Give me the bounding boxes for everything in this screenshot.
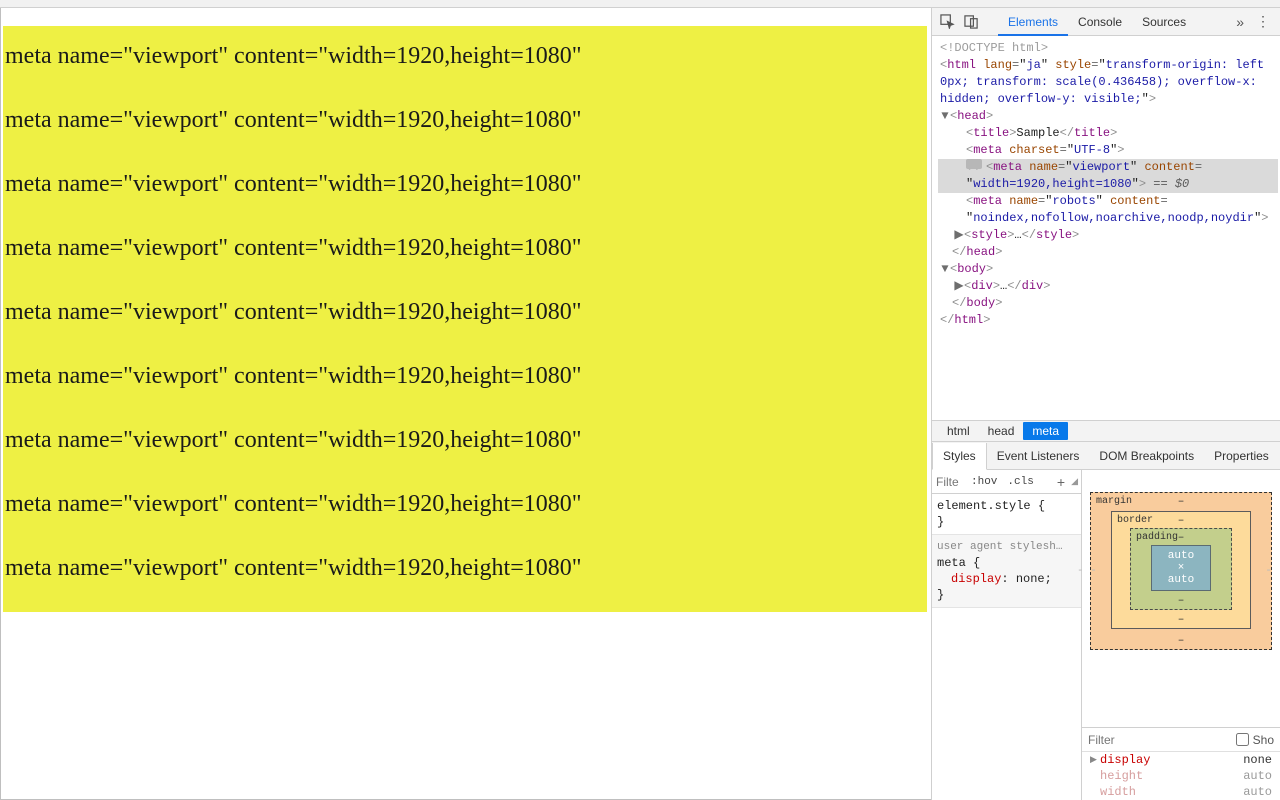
dom-head-open[interactable]: ▼<head>	[938, 108, 1278, 125]
more-tabs-icon[interactable]: »	[1230, 14, 1250, 30]
margin-label: margin	[1096, 496, 1132, 507]
main-layout: meta name="viewport" content="width=1920…	[0, 8, 1280, 800]
content-line: meta name="viewport" content="width=1920…	[3, 218, 927, 282]
computed-height-row[interactable]: heightauto	[1082, 768, 1280, 784]
breadcrumb: html head meta	[932, 420, 1280, 442]
panel-tabs: Elements Console Sources	[998, 8, 1196, 35]
styles-filter-input[interactable]	[932, 475, 966, 489]
crumb-html[interactable]: html	[938, 422, 979, 440]
window-top-strip	[0, 0, 1280, 8]
content-line: meta name="viewport" content="width=1920…	[3, 410, 927, 474]
computed-filter-input[interactable]	[1088, 733, 1148, 747]
disclosure-triangle-icon[interactable]: ▼	[940, 261, 950, 278]
content-line: meta name="viewport" content="width=1920…	[3, 26, 927, 90]
dom-div[interactable]: ▶<div>…</div>	[938, 278, 1278, 295]
styles-filter-row: :hov .cls + ◢	[932, 470, 1081, 494]
device-toggle-icon[interactable]	[962, 13, 980, 31]
dom-style[interactable]: ▶<style>…</style>	[938, 227, 1278, 244]
dom-meta-robots[interactable]: <meta name="robots" content="noindex,nof…	[938, 193, 1278, 227]
dom-body-open[interactable]: ▼<body>	[938, 261, 1278, 278]
tab-console[interactable]: Console	[1068, 8, 1132, 35]
subtab-dom-breakpoints[interactable]: DOM Breakpoints	[1089, 442, 1204, 469]
dom-meta-viewport-selected[interactable]: ..<meta name="viewport" content="width=1…	[938, 159, 1278, 193]
box-model-pane: margin – – - - - - border – – padding –	[1082, 470, 1280, 800]
styles-subtabs: Styles Event Listeners DOM Breakpoints P…	[932, 442, 1280, 470]
tab-sources[interactable]: Sources	[1132, 8, 1196, 35]
subtab-properties[interactable]: Properties	[1204, 442, 1279, 469]
computed-width-row[interactable]: widthauto	[1082, 784, 1280, 800]
content-line: meta name="viewport" content="width=1920…	[3, 154, 927, 218]
hov-toggle[interactable]: :hov	[966, 476, 1002, 488]
crumb-head[interactable]: head	[979, 422, 1024, 440]
dom-body-close[interactable]: </body>	[938, 295, 1278, 312]
computed-list: Sho ▶displaynone heightauto widthauto	[1082, 727, 1280, 800]
dom-doctype[interactable]: <!DOCTYPE html>	[938, 40, 1278, 57]
dom-head-close[interactable]: </head>	[938, 244, 1278, 261]
crumb-meta[interactable]: meta	[1023, 422, 1068, 440]
corner-icon: ◢	[1071, 476, 1081, 493]
devtools-toolbar: Elements Console Sources » ⋮	[932, 8, 1280, 36]
devtools-panel: Elements Console Sources » ⋮ <!DOCTYPE h…	[931, 8, 1280, 800]
disclosure-triangle-icon[interactable]: ▶	[954, 227, 964, 244]
dom-meta-charset[interactable]: <meta charset="UTF-8">	[938, 142, 1278, 159]
dom-html-open[interactable]: <html lang="ja" style="transform-origin:…	[938, 57, 1278, 108]
subtab-styles[interactable]: Styles	[932, 443, 987, 470]
styles-rules-pane: :hov .cls + ◢ element.style { } user age…	[932, 470, 1082, 800]
inspect-icon[interactable]	[938, 13, 956, 31]
tab-elements[interactable]: Elements	[998, 8, 1068, 35]
computed-filter-row: Sho	[1082, 728, 1280, 752]
padding-label: padding	[1136, 532, 1178, 543]
styles-lower-split: :hov .cls + ◢ element.style { } user age…	[932, 470, 1280, 800]
page-content-pane: meta name="viewport" content="width=1920…	[0, 8, 931, 800]
content-line: meta name="viewport" content="width=1920…	[3, 346, 927, 410]
rule-element-style[interactable]: element.style { }	[932, 494, 1081, 535]
disclosure-triangle-icon[interactable]: ▶	[954, 278, 964, 295]
cls-toggle[interactable]: .cls	[1002, 476, 1038, 488]
disclosure-triangle-icon[interactable]: ▼	[940, 108, 950, 125]
content-line: meta name="viewport" content="width=1920…	[3, 538, 927, 602]
kebab-menu-icon[interactable]: ⋮	[1250, 13, 1274, 30]
toolbar-overflow: » ⋮	[1230, 13, 1274, 30]
content-line: meta name="viewport" content="width=1920…	[3, 90, 927, 154]
dom-title[interactable]: <title>Sample</title>	[938, 125, 1278, 142]
box-content: auto × auto	[1151, 545, 1211, 591]
rule-user-agent[interactable]: user agent stylesh… meta { display: none…	[932, 535, 1081, 608]
content-highlight: meta name="viewport" content="width=1920…	[3, 26, 927, 612]
show-all-checkbox[interactable]: Sho	[1236, 733, 1274, 747]
disclosure-triangle-icon[interactable]: ▶	[1090, 755, 1100, 765]
dom-tree[interactable]: <!DOCTYPE html> <html lang="ja" style="t…	[932, 36, 1280, 420]
subtab-event-listeners[interactable]: Event Listeners	[987, 442, 1090, 469]
selection-dots-icon: ..	[966, 159, 982, 169]
content-line: meta name="viewport" content="width=1920…	[3, 282, 927, 346]
new-rule-icon[interactable]: +	[1051, 474, 1071, 490]
computed-display-row[interactable]: ▶displaynone	[1082, 752, 1280, 768]
box-model-diagram[interactable]: margin – – - - - - border – – padding –	[1082, 470, 1280, 727]
border-label: border	[1117, 515, 1153, 526]
content-line: meta name="viewport" content="width=1920…	[3, 474, 927, 538]
dom-html-close[interactable]: </html>	[938, 312, 1278, 329]
